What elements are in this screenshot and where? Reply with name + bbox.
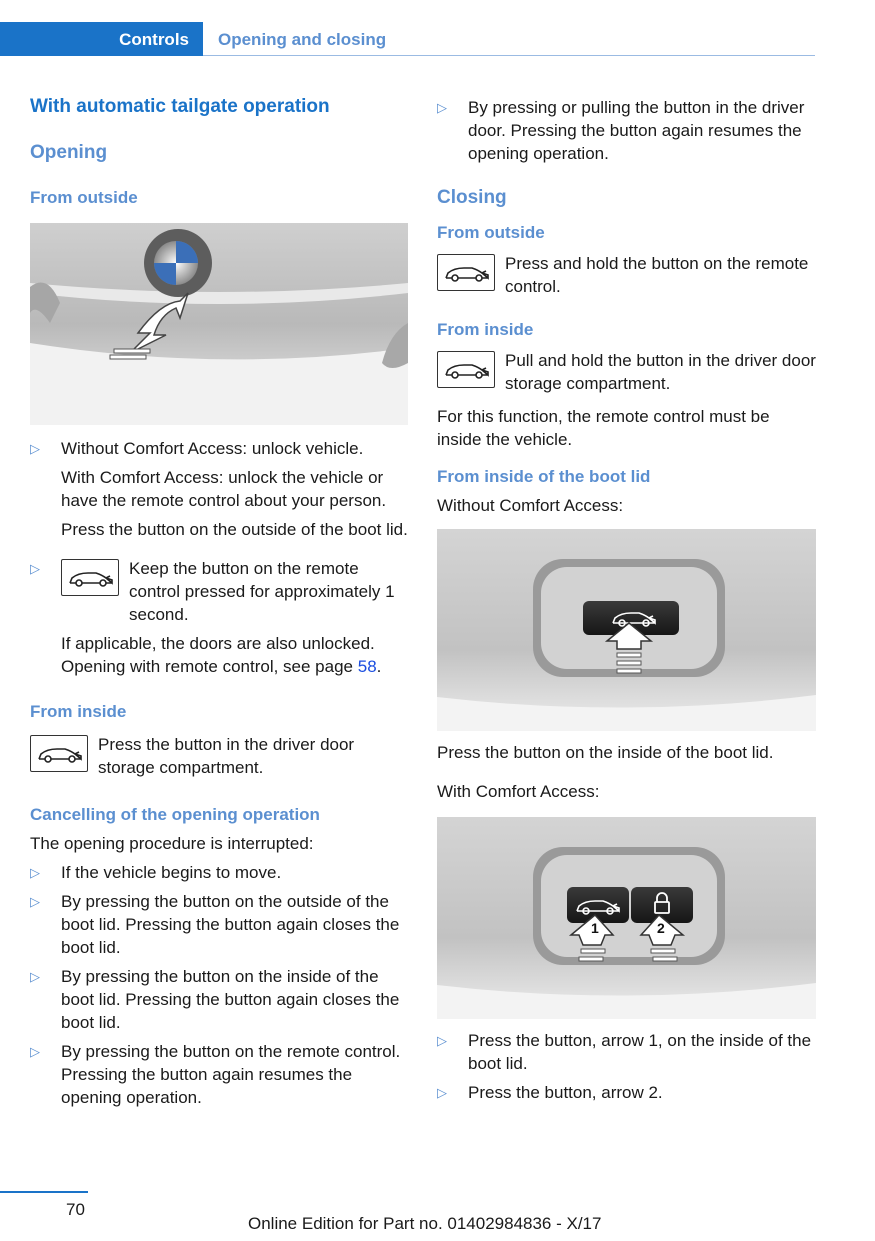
header-section-label: Controls (119, 30, 189, 49)
right-column: ▷ By pressing or pulling the button in t… (437, 96, 817, 1104)
closing-heading: Closing (437, 187, 507, 208)
page-ref-suffix: . (376, 657, 382, 676)
car-tailgate-icon (30, 735, 88, 772)
list-item: ▷ If the vehicle begins to move. (30, 861, 408, 884)
bullet-text: Press the button, arrow 1, on the inside… (468, 1031, 812, 1073)
edition-note: Online Edition for Part no. 01402984836 … (248, 1214, 602, 1233)
header-divider (203, 55, 815, 56)
list-item: ▷ By pressing or pulling the button in t… (437, 96, 817, 165)
tailgate-exterior-photo (30, 223, 408, 425)
bootlid-button-photo (437, 529, 816, 731)
press-inside-text: Press the button on the inside of the bo… (437, 743, 774, 762)
with-ca-label: With Comfort Access: (437, 782, 600, 801)
list-item: ▷ By pressing the button on the remote co… (30, 1040, 408, 1109)
arrow-2-label: 2 (657, 920, 665, 936)
header-chapter-label: Opening and closing (218, 30, 387, 49)
bullet-marker: ▷ (437, 1085, 447, 1100)
left-column: With automatic tailgate operation Openin… (30, 92, 408, 1109)
from-outside-heading: From outside (437, 223, 545, 242)
bullet-text: If applicable, the doors are also unlock… (61, 632, 408, 678)
cancel-heading: Cancelling of the opening operation (30, 805, 320, 824)
bullet-marker: ▷ (30, 969, 40, 984)
inside-button-note: Press the button in the driver door stor… (30, 733, 408, 779)
bullet-marker: ▷ (30, 865, 40, 880)
bullet-text: With Comfort Access: unlock the vehicle … (61, 468, 387, 510)
bootlid-two-button-photo: 1 2 (437, 817, 816, 1019)
bullet-text: By pressing or pulling the button in the… (468, 98, 805, 163)
list-item: ▷ Without Comfort Access: unlock vehicle… (30, 437, 408, 541)
bullet-marker: ▷ (30, 561, 40, 576)
list-item: ▷ Press the button, arrow 2. (437, 1081, 817, 1104)
page-link[interactable]: 58 (358, 657, 377, 676)
list-item: ▷ Press the button, arrow 1, on the insid… (437, 1029, 817, 1075)
opening-heading: Opening (30, 142, 108, 163)
car-tailgate-icon (437, 254, 495, 291)
from-inside-heading: From inside (437, 320, 534, 339)
bootlid-heading: From inside of the boot lid (437, 467, 651, 486)
bullet-marker: ▷ (30, 441, 40, 456)
list-item: ▷ Keep the button on the remote control … (30, 557, 408, 678)
bullet-text: Without Comfort Access: unlock vehicle. (61, 439, 364, 458)
arrow-1-label: 1 (591, 920, 599, 936)
car-tailgate-icon (61, 559, 119, 596)
bullet-text: By pressing the button on the outside of… (61, 892, 400, 957)
bullet-text: By pressing the button on the remote con… (61, 1042, 401, 1107)
bootlid-two-button-illustration: 1 2 (437, 817, 816, 1019)
bullet-text: If the vehicle begins to move. (61, 863, 282, 882)
page-ref-prefix: If applicable, the doors are also unlock… (61, 634, 375, 676)
bullet-marker: ▷ (437, 1033, 447, 1048)
page-number: 70 (66, 1200, 85, 1219)
list-item: ▷ By pressing the button on the outside o… (30, 890, 408, 959)
bullet-marker: ▷ (30, 1044, 40, 1059)
tailgate-exterior-illustration (30, 223, 408, 425)
bullet-marker: ▷ (437, 100, 447, 115)
bullet-marker: ▷ (30, 894, 40, 909)
bullet-text: Press the button on the outside of the b… (61, 520, 408, 539)
from-inside-heading: From inside (30, 702, 127, 721)
car-tailgate-icon (437, 351, 495, 388)
bullet-text: By pressing the button on the inside of … (61, 967, 400, 1032)
footer-divider (0, 1191, 88, 1193)
section-title: With automatic tailgate operation (30, 96, 330, 117)
bullet-text: Press the button, arrow 2. (468, 1083, 663, 1102)
inside-button-note: Pull and hold the button in the driver d… (437, 349, 817, 395)
header-section-tab: Controls (0, 22, 203, 56)
list-item: ▷ By pressing the button on the inside of… (30, 965, 408, 1034)
without-ca-label: Without Comfort Access: (437, 496, 624, 515)
bootlid-button-illustration (437, 529, 816, 731)
remote-note: For this function, the remote control mu… (437, 407, 770, 449)
cancel-intro: The opening procedure is interrupted: (30, 834, 314, 853)
outside-button-note: Press and hold the button on the remote … (437, 252, 817, 298)
from-outside-heading: From outside (30, 188, 138, 207)
